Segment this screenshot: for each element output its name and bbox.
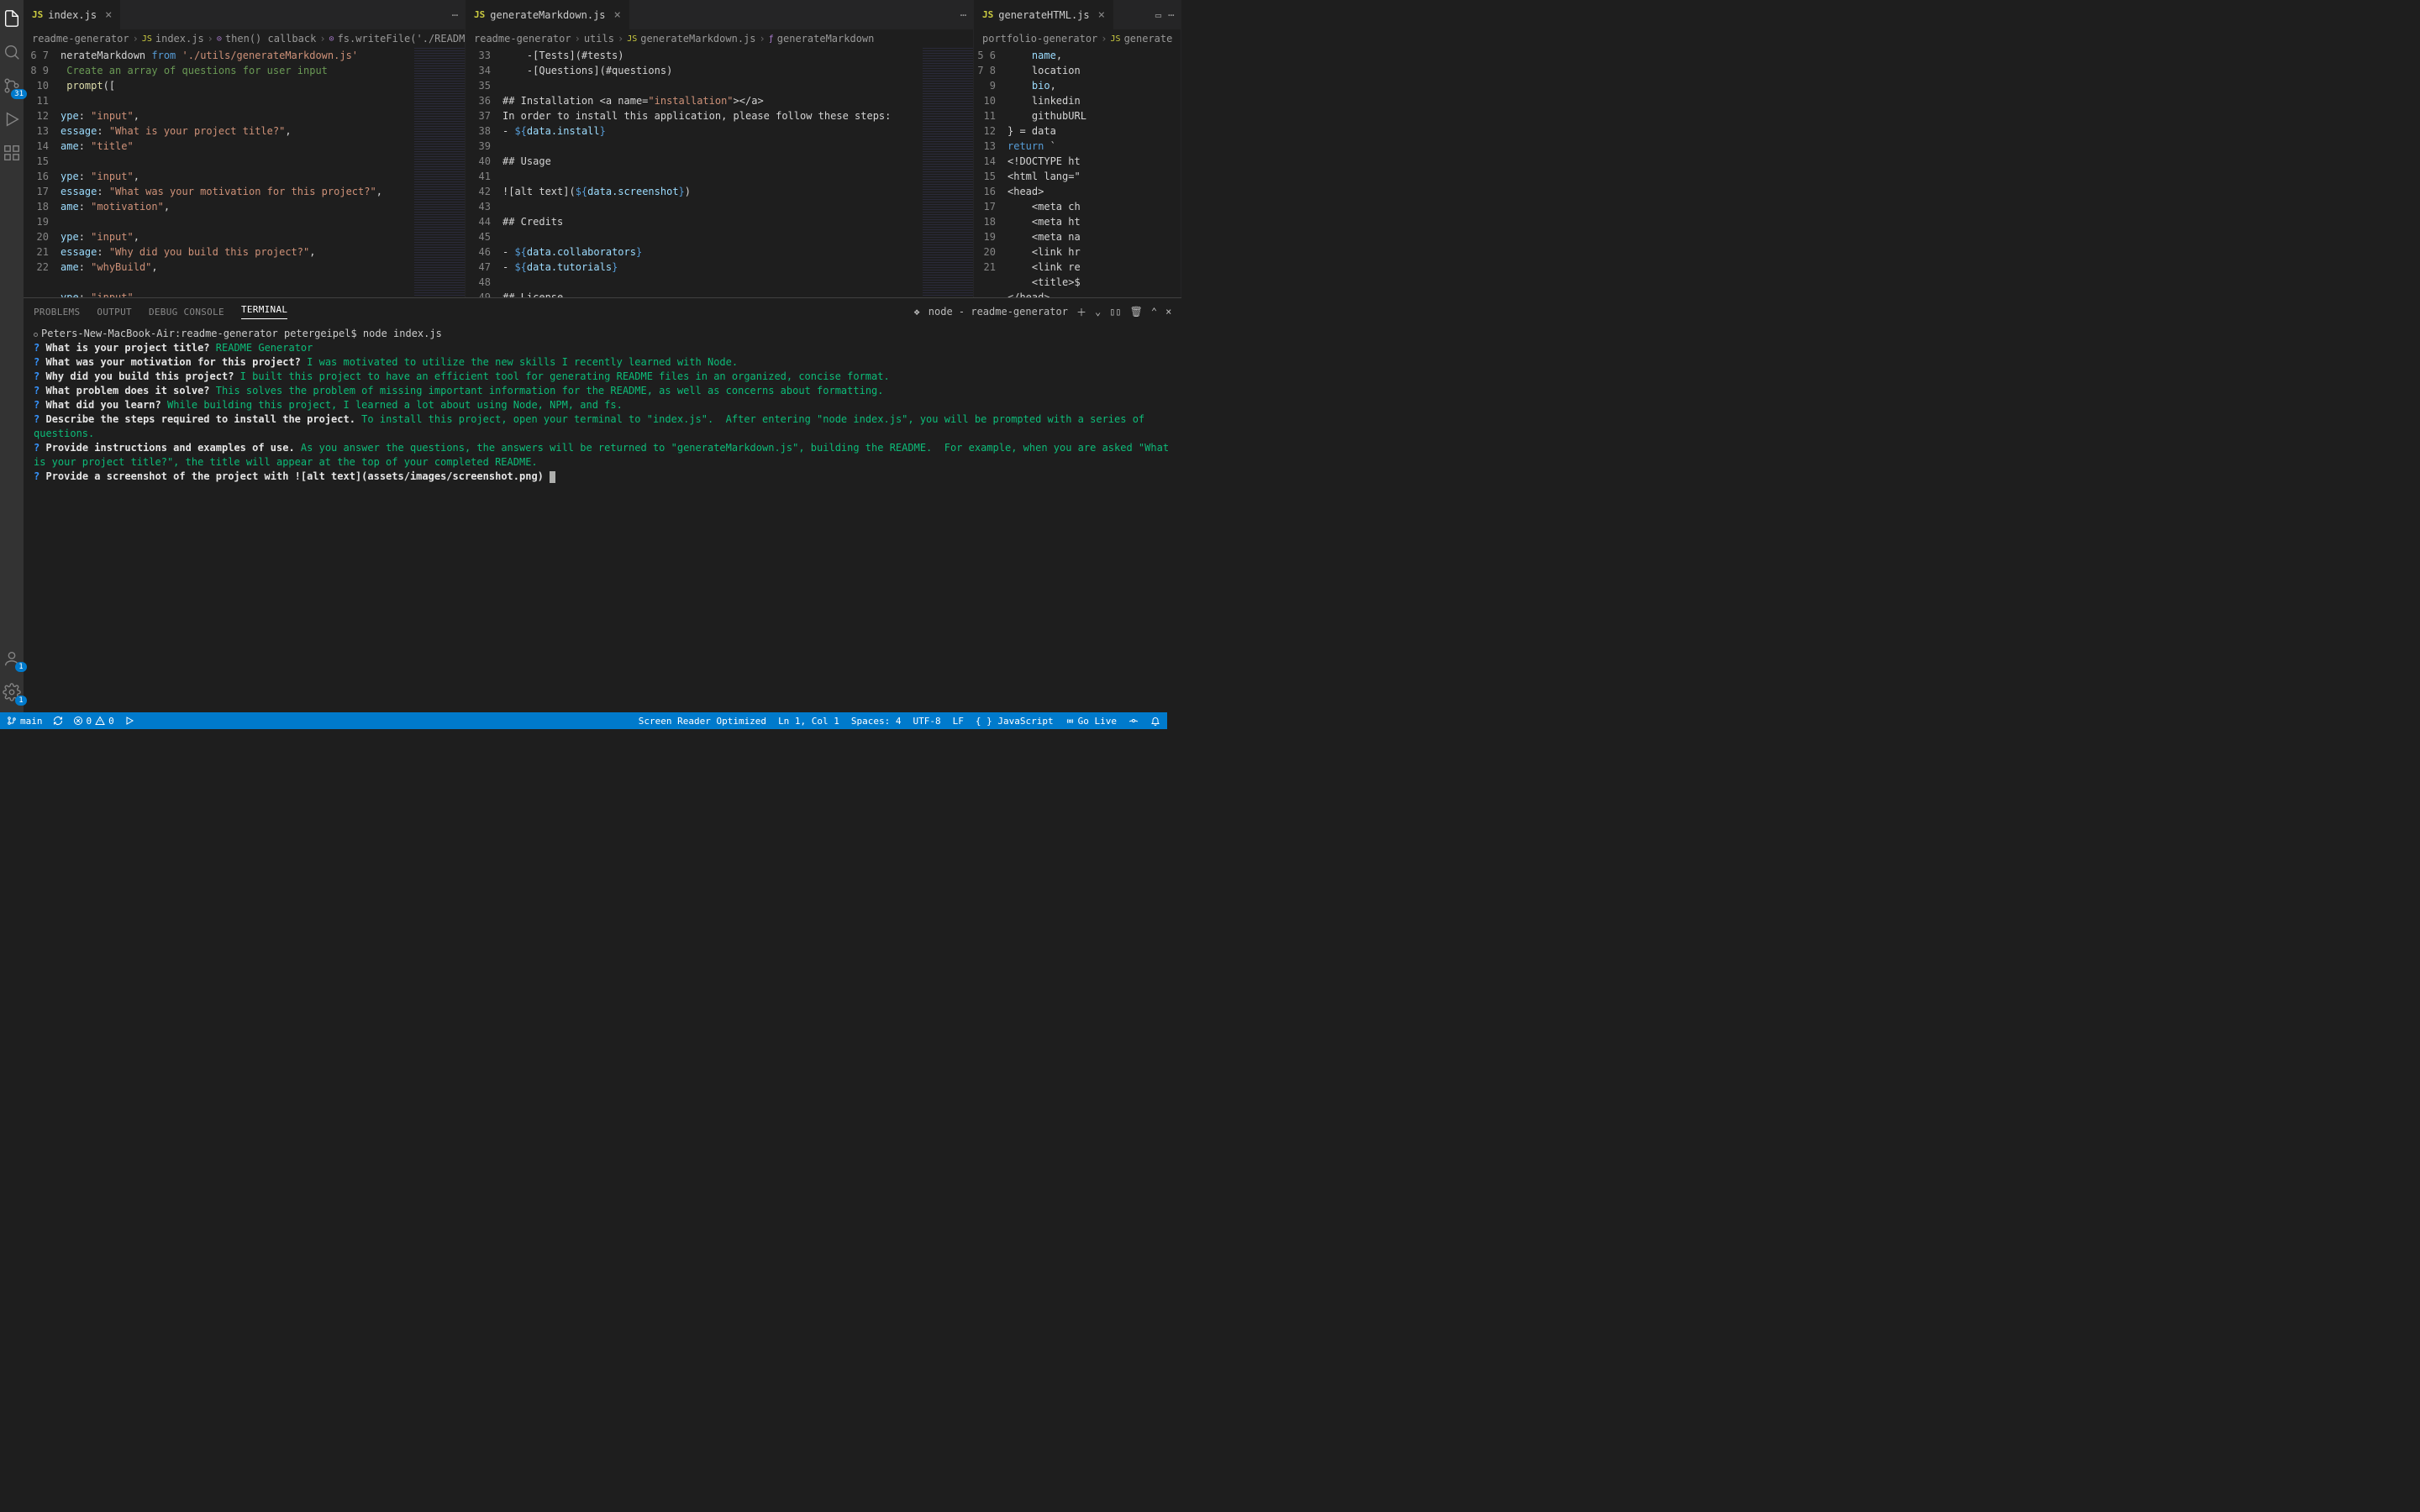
source-control-icon[interactable]: 31 xyxy=(0,74,24,97)
line-gutter: 6 7 8 9 10 11 12 13 14 15 16 17 18 19 20… xyxy=(24,48,60,297)
panel-tab-output[interactable]: OUTPUT xyxy=(97,307,132,318)
sync-icon[interactable] xyxy=(53,716,63,726)
editor-group-2: JS generateMarkdown.js × ⋯ readme-genera… xyxy=(466,0,974,297)
bottom-panel: PROBLEMS OUTPUT DEBUG CONSOLE TERMINAL ❖… xyxy=(24,297,1181,712)
js-file-icon: JS xyxy=(627,34,637,44)
breadcrumb[interactable]: readme-generator› JS index.js› ⊙ then() … xyxy=(24,29,465,48)
method-icon: ⊙ xyxy=(217,34,222,44)
js-file-icon: JS xyxy=(142,34,152,44)
more-icon[interactable]: ⋯ xyxy=(960,9,966,21)
indentation-status[interactable]: Spaces: 4 xyxy=(851,716,902,727)
code-area[interactable]: -[Tests](#tests) -[Questions](#questions… xyxy=(502,48,923,297)
code-area[interactable]: name, location bio, linkedin githubURL }… xyxy=(1007,48,1181,297)
go-live-button[interactable]: Go Live xyxy=(1065,716,1117,727)
editor-group-3: JS generateHTML.js × ▭ ⋯ portfolio-gener… xyxy=(974,0,1181,297)
method-icon: ⊙ xyxy=(329,34,334,44)
close-icon[interactable]: × xyxy=(614,8,621,22)
shell-label[interactable]: node - readme-generator xyxy=(929,306,1068,318)
js-file-icon: JS xyxy=(32,9,43,20)
new-terminal-icon[interactable]: ＋ xyxy=(1076,305,1086,319)
close-panel-icon[interactable]: × xyxy=(1165,306,1171,318)
panel-tab-problems[interactable]: PROBLEMS xyxy=(34,307,80,318)
status-bar: main 0 0 Screen Reader Optimized Ln 1, C… xyxy=(0,712,1167,729)
terminal-output[interactable]: Peters-New-MacBook-Air:readme-generator … xyxy=(24,325,1181,712)
breadcrumb[interactable]: readme-generator› utils› JS generateMark… xyxy=(466,29,973,48)
editors-row: JS index.js × ⋯ readme-generator› JS ind… xyxy=(24,0,1181,297)
encoding-status[interactable]: UTF-8 xyxy=(913,716,941,727)
split-terminal-icon[interactable]: ▯▯ xyxy=(1109,306,1121,318)
breadcrumb[interactable]: portfolio-generator› JS generate xyxy=(974,29,1181,48)
explorer-icon[interactable] xyxy=(0,7,24,30)
settings-badge: 1 xyxy=(15,696,27,706)
panel-tab-terminal[interactable]: TERMINAL xyxy=(241,304,287,319)
accounts-badge: 1 xyxy=(15,662,27,672)
dropdown-icon[interactable]: ⌄ xyxy=(1095,306,1101,318)
js-file-icon: JS xyxy=(1111,34,1121,44)
more-icon[interactable]: ⋯ xyxy=(1168,9,1174,21)
tab-generate-markdown[interactable]: JS generateMarkdown.js × xyxy=(466,0,630,29)
extensions-icon[interactable] xyxy=(0,141,24,165)
close-icon[interactable]: × xyxy=(105,8,112,22)
more-icon[interactable]: ⋯ xyxy=(452,9,458,21)
screen-reader-status[interactable]: Screen Reader Optimized xyxy=(639,716,766,727)
panel-tab-debug-console[interactable]: DEBUG CONSOLE xyxy=(149,307,224,318)
chevron-up-icon[interactable]: ⌃ xyxy=(1151,306,1157,318)
shell-icon: ❖ xyxy=(914,306,920,318)
tab-label: generateHTML.js xyxy=(998,9,1089,21)
minimap[interactable] xyxy=(414,48,465,297)
line-gutter: 33 34 35 36 37 38 39 40 41 42 43 44 45 4… xyxy=(466,48,502,297)
close-icon[interactable]: × xyxy=(1098,8,1105,22)
accounts-icon[interactable]: 1 xyxy=(0,647,24,670)
tab-generate-html[interactable]: JS generateHTML.js × xyxy=(974,0,1114,29)
cursor-position[interactable]: Ln 1, Col 1 xyxy=(778,716,839,727)
feedback-icon[interactable] xyxy=(1128,716,1139,726)
kill-terminal-icon[interactable]: 🗑 xyxy=(1130,306,1143,318)
editor-group-1: JS index.js × ⋯ readme-generator› JS ind… xyxy=(24,0,466,297)
bell-icon[interactable] xyxy=(1150,716,1160,726)
minimap[interactable] xyxy=(923,48,973,297)
branch-indicator[interactable]: main xyxy=(7,716,43,727)
eol-status[interactable]: LF xyxy=(953,716,964,727)
split-editor-icon[interactable]: ▭ xyxy=(1155,9,1161,21)
search-icon[interactable] xyxy=(0,40,24,64)
language-status[interactable]: { } JavaScript xyxy=(976,716,1054,727)
run-task-icon[interactable] xyxy=(124,716,134,726)
function-icon: ƒ xyxy=(769,34,774,44)
js-file-icon: JS xyxy=(982,9,993,20)
tab-label: index.js xyxy=(48,9,97,21)
tab-label: generateMarkdown.js xyxy=(490,9,605,21)
settings-icon[interactable]: 1 xyxy=(0,680,24,704)
problems-indicator[interactable]: 0 0 xyxy=(73,716,114,727)
js-file-icon: JS xyxy=(474,9,485,20)
activity-bar: 31 1 1 xyxy=(0,0,24,712)
line-gutter: 5 6 7 8 9 10 11 12 13 14 15 16 17 18 19 … xyxy=(974,48,1007,297)
tab-index-js[interactable]: JS index.js × xyxy=(24,0,121,29)
run-debug-icon[interactable] xyxy=(0,108,24,131)
code-area[interactable]: nerateMarkdown from './utils/generateMar… xyxy=(60,48,414,297)
